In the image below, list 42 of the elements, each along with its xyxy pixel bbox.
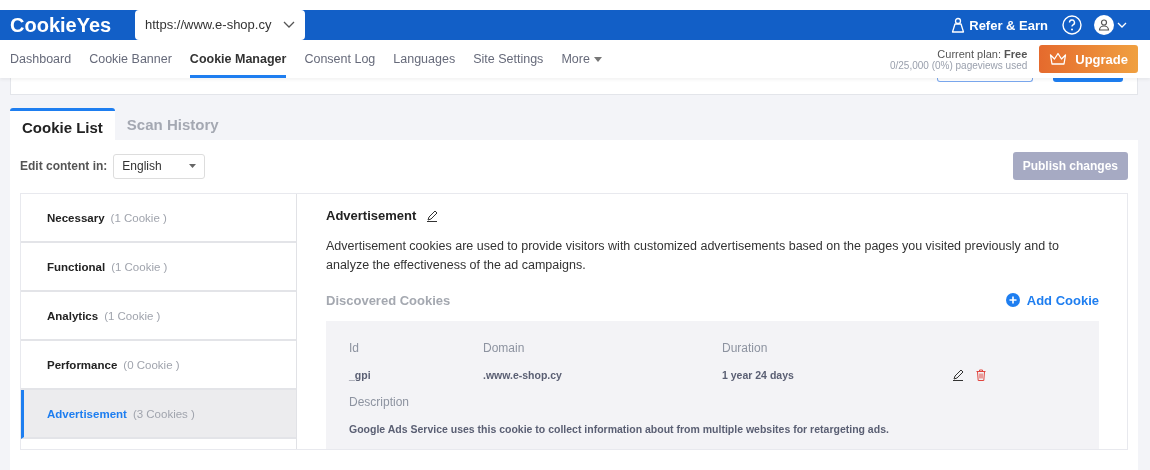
- category-title: Advertisement: [326, 208, 417, 223]
- cookie-value: _gpi: [349, 369, 372, 381]
- usage-text: 0/25,000 (0%) pageviews used: [889, 59, 1028, 71]
- nav-tab[interactable]: Cookie Banner: [89, 40, 172, 78]
- cookie-value: 1 year 24 days: [722, 369, 795, 381]
- plus-circle-icon: [1005, 293, 1020, 307]
- nav-tab[interactable]: More: [561, 40, 602, 78]
- help-icon: [1062, 15, 1082, 35]
- column-label: Domain: [483, 341, 526, 355]
- language-select[interactable]: English: [113, 153, 206, 179]
- chevron-down-icon: [283, 20, 295, 29]
- tab[interactable]: Cookie List: [10, 108, 115, 140]
- bag-icon: [951, 17, 966, 33]
- nav-tab[interactable]: Consent Log: [304, 40, 376, 78]
- crown-icon: [1049, 52, 1068, 66]
- plan-text: Current plan: Free: [936, 47, 1028, 60]
- add-cookie-link[interactable]: Add Cookie: [1005, 292, 1099, 308]
- column-label: Id: [349, 341, 360, 355]
- user-avatar-icon: [1094, 15, 1128, 35]
- cookie-description: Google Ads Service uses this cookie to collect information about from multiple websites for retargeting ads.: [349, 423, 890, 435]
- site-select[interactable]: https://www.e-shop.cy: [135, 9, 305, 40]
- caret-icon: [189, 164, 197, 168]
- nav-tab[interactable]: Dashboard: [10, 40, 72, 78]
- category-item[interactable]: Necessary (1 Cookie ): [21, 194, 296, 243]
- column-label: Description: [349, 395, 411, 409]
- pencil-icon: [952, 369, 964, 381]
- category-item[interactable]: Functional (1 Cookie ): [21, 243, 296, 292]
- publish-button: Publish changes: [1012, 152, 1128, 180]
- logo[interactable]: CookieYes: [10, 13, 135, 37]
- column-label: Duration: [722, 341, 769, 355]
- category-item[interactable]: Analytics (1 Cookie ): [21, 292, 296, 341]
- trash-icon: [976, 369, 986, 381]
- pencil-icon: [426, 209, 439, 222]
- nav-tab[interactable]: Languages: [393, 40, 456, 78]
- nav-tab[interactable]: Site Settings: [473, 40, 544, 78]
- category-item[interactable]: Advertisement (3 Cookies ): [21, 390, 296, 439]
- field-label: Edit content in:: [20, 159, 108, 173]
- category-description: Advertisement cookies are used to provide visitors with customized advertisements based on the pages you visited previously and to analyze the effectiveness of the ad campaigns.: [326, 238, 1061, 274]
- refer-link[interactable]: Refer & Earn: [951, 17, 1048, 33]
- section-title: Discovered Cookies: [326, 292, 451, 308]
- caret-icon: [593, 56, 602, 62]
- cookie-value: .www.e-shop.cy: [483, 369, 563, 381]
